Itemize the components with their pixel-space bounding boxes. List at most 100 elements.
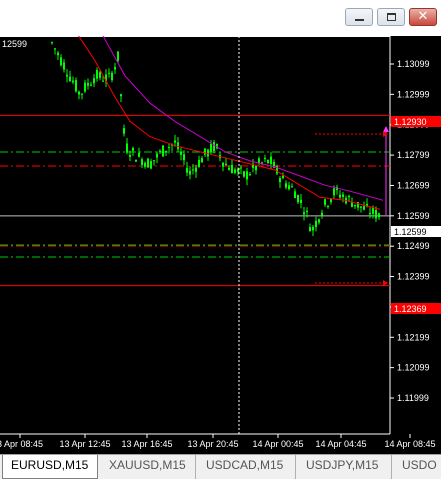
candle-body xyxy=(84,82,86,92)
candle-body xyxy=(51,42,53,44)
tab-eurusd[interactable]: EURUSD,M15 xyxy=(2,455,98,479)
candle-body xyxy=(183,154,185,161)
candle-body xyxy=(255,165,257,171)
candle-body xyxy=(129,154,131,157)
candle-body xyxy=(267,159,269,164)
candle-body xyxy=(81,93,83,95)
price-tick-label: 1.12999 xyxy=(397,89,430,99)
candle-body xyxy=(348,195,350,198)
candle-body xyxy=(240,167,242,169)
tab-usdo[interactable]: USDO xyxy=(394,455,441,479)
close-icon: ✕ xyxy=(417,9,429,24)
candle-body xyxy=(186,167,188,173)
candle-body xyxy=(66,74,68,77)
candle-body xyxy=(372,207,374,214)
candle-body xyxy=(306,210,308,213)
candle-body xyxy=(63,62,65,70)
candle-body xyxy=(246,171,248,180)
candle-body xyxy=(225,163,227,166)
price-tick-label: 1.12399 xyxy=(397,272,430,282)
minimize-button[interactable] xyxy=(345,8,373,26)
time-tick-label: 14 Apr 04:45 xyxy=(315,439,366,449)
candle-body xyxy=(189,170,191,175)
candle-body xyxy=(297,195,299,203)
price-tick-label: 1.12199 xyxy=(397,332,430,342)
candle-body xyxy=(270,156,272,165)
price-tick-label: 1.12699 xyxy=(397,180,430,190)
time-tick-label: 13 Apr 16:45 xyxy=(121,439,172,449)
candle-body xyxy=(93,78,95,84)
minimize-icon xyxy=(355,19,364,21)
time-tick-label: 13 Apr 12:45 xyxy=(59,439,110,449)
maximize-button[interactable] xyxy=(377,8,405,26)
candle-body xyxy=(213,142,215,151)
chart-canvas[interactable]: 12599 1.130991.129991.128991.127991.1269… xyxy=(0,30,441,454)
candle-body xyxy=(363,206,365,210)
candle-body xyxy=(333,188,335,196)
candle-body xyxy=(357,202,359,208)
candle-body xyxy=(99,72,101,78)
candle-body xyxy=(108,72,110,74)
candle-body xyxy=(264,157,266,160)
price-tick-label: 1.12499 xyxy=(397,241,430,251)
candle-body xyxy=(360,206,362,208)
bid-price-badge-text: 1.12599 xyxy=(394,227,427,237)
candle-body xyxy=(351,202,353,207)
candle-body xyxy=(138,152,140,157)
candle-body xyxy=(288,185,290,190)
window-controls: ✕ xyxy=(345,8,437,26)
candle-body xyxy=(126,143,128,153)
candle-body xyxy=(162,145,164,157)
candle-body xyxy=(339,194,341,198)
candle-body xyxy=(285,183,287,188)
candle-body xyxy=(72,80,74,83)
candle-body xyxy=(210,143,212,152)
candle-body xyxy=(54,48,56,50)
candle-body xyxy=(234,169,236,173)
candle-body xyxy=(294,191,296,199)
candle-body xyxy=(144,162,146,167)
candle-body xyxy=(324,199,326,205)
candle-body xyxy=(117,51,119,61)
candle-body xyxy=(231,165,233,174)
time-tick-label: 3 Apr 08:45 xyxy=(0,439,43,449)
candle-body xyxy=(168,147,170,149)
candle-body xyxy=(174,140,176,143)
candle-body xyxy=(147,158,149,168)
candle-body xyxy=(60,57,62,66)
candle-body xyxy=(96,70,98,79)
time-tick-label: 13 Apr 20:45 xyxy=(187,439,238,449)
tab-xauusd[interactable]: XAUUSD,M15 xyxy=(101,455,196,479)
tab-usdcad[interactable]: USDCAD,M15 xyxy=(198,455,296,479)
candle-body xyxy=(318,219,320,223)
candle-body xyxy=(69,76,71,82)
candle-body xyxy=(330,199,332,203)
maximize-icon xyxy=(387,13,396,21)
price-tick-label: 1.12099 xyxy=(397,363,430,373)
candle-body xyxy=(87,82,89,86)
candle-body xyxy=(201,158,203,163)
price-chart[interactable]: 12599 1.130991.129991.128991.127991.1269… xyxy=(0,30,441,454)
candle-body xyxy=(354,204,356,207)
candle-body xyxy=(153,160,155,162)
candle-body xyxy=(369,213,371,215)
candle-body xyxy=(165,150,167,153)
candle-body xyxy=(312,226,314,231)
candle-body xyxy=(342,194,344,198)
candle-body xyxy=(114,67,116,70)
upper-level-badge-text: 1.12930 xyxy=(394,117,427,127)
candle-body xyxy=(327,205,329,207)
lower-level-badge-text: 1.12369 xyxy=(394,304,427,314)
candle-body xyxy=(135,159,137,162)
window-title-bar: ✕ xyxy=(0,0,441,36)
candle-body xyxy=(132,147,134,151)
price-tick-label: 1.12599 xyxy=(397,211,430,221)
corner-price-label: 12599 xyxy=(2,39,27,49)
candle-body xyxy=(375,209,377,219)
close-button[interactable]: ✕ xyxy=(409,8,437,26)
candle-body xyxy=(279,178,281,183)
candle-body xyxy=(57,52,59,56)
price-tick-label: 1.13099 xyxy=(397,59,430,69)
tab-usdjpy[interactable]: USDJPY,M15 xyxy=(298,455,392,479)
time-tick-label: 14 Apr 08:45 xyxy=(384,439,435,449)
